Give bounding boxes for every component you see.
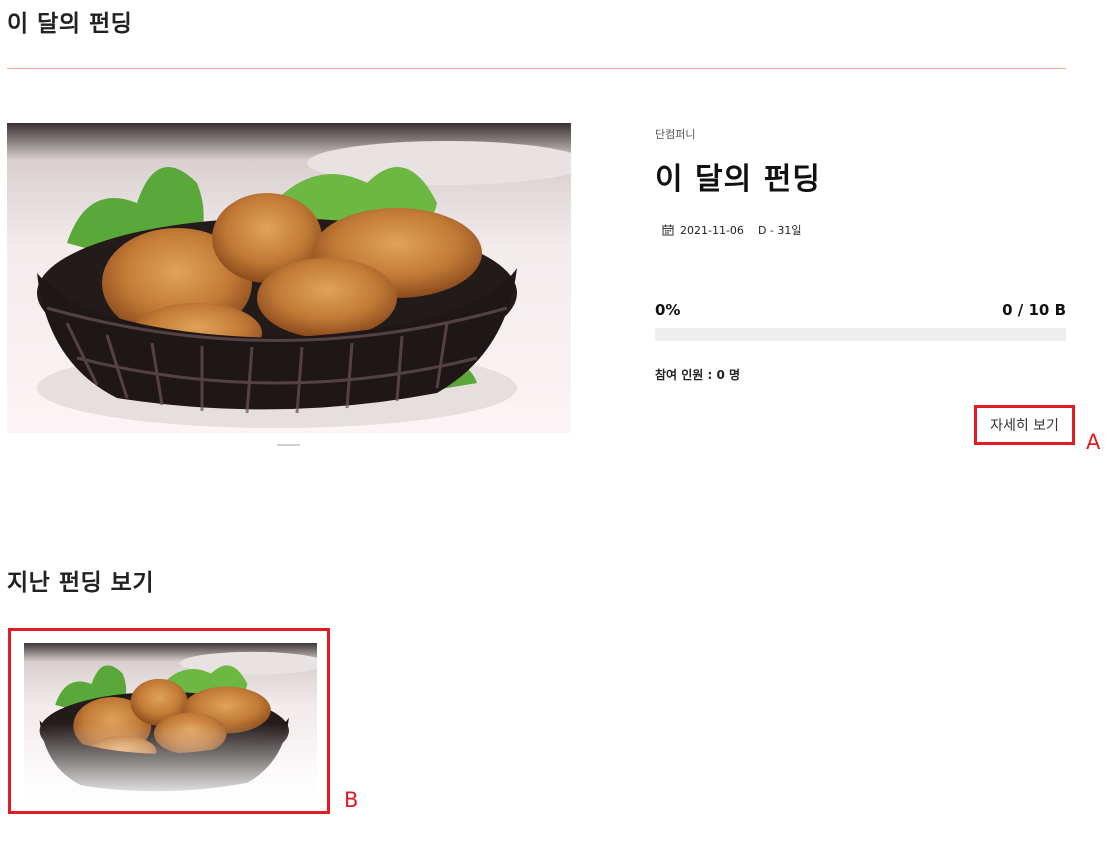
past-funding-heading: 지난 펀딩 보기 [7, 570, 154, 596]
funding-date: 2021-11-06 [680, 223, 744, 237]
annotation-marker-b: B [344, 788, 359, 812]
d-day: D - 31일 [757, 224, 802, 237]
section-divider [7, 68, 1066, 69]
fried-chicken-image [7, 123, 571, 433]
detail-view-button[interactable]: 자세히 보기 [974, 405, 1075, 445]
thumbnail-fade [24, 723, 317, 803]
funding-amount: 0 / 10 B [1002, 301, 1066, 319]
slider-indicator[interactable] [277, 444, 300, 446]
company-name: 단컴퍼니 [655, 128, 696, 141]
funding-percent: 0% [655, 301, 681, 319]
past-funding-card[interactable] [8, 628, 330, 814]
funding-title: 이 달의 펀딩 [655, 162, 821, 197]
participant-count: 참여 인원 : 0 명 [655, 368, 741, 382]
past-funding-thumbnail [24, 643, 317, 803]
date-row: 2021-11-06 D - 31일 [662, 222, 802, 238]
featured-image[interactable] [7, 123, 571, 433]
progress-bar [655, 328, 1066, 341]
calendar-icon [662, 224, 674, 236]
annotation-marker-a: A [1086, 430, 1101, 454]
page-title: 이 달의 펀딩 [7, 11, 133, 37]
